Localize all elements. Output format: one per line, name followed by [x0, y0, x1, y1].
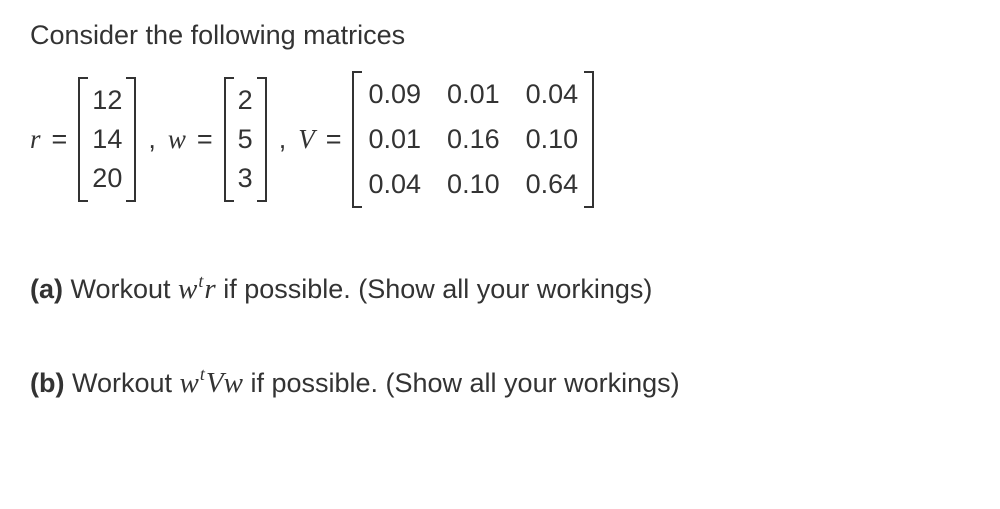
var-w: w [168, 124, 186, 155]
matrix-cell: 0.01 [447, 75, 500, 114]
math-superscript-t: t [200, 364, 205, 384]
question-a: (a) Workout wtr if possible. (Show all y… [30, 268, 970, 312]
math-w: w [180, 367, 199, 399]
math-V: V [206, 367, 224, 399]
matrix-cell: 3 [238, 159, 253, 198]
matrix-cell: 5 [238, 120, 253, 159]
intro-text: Consider the following matrices [30, 20, 970, 51]
bracket-right [126, 77, 136, 202]
equals-sign: = [52, 124, 68, 155]
question-text: if possible. (Show all your workings) [243, 368, 680, 398]
matrix-cell: 0.64 [526, 165, 579, 204]
matrix-cell: 0.16 [447, 120, 500, 159]
math-r: r [204, 273, 215, 305]
matrix-cell: 0.10 [526, 120, 579, 159]
matrix-cell: 0.10 [447, 165, 500, 204]
matrix-definitions: r = 12 14 20 , w = 2 5 3 , V = 0.09 0.01… [30, 71, 970, 208]
math-expression: wtr [178, 273, 216, 305]
bracket-left [78, 77, 88, 202]
equals-sign: = [326, 124, 342, 155]
bracket-right [584, 71, 594, 208]
math-expression: wtVw [180, 367, 243, 399]
matrix-cell: 14 [92, 120, 122, 159]
bracket-right [257, 77, 267, 202]
question-b: (b) Workout wtVw if possible. (Show all … [30, 362, 970, 406]
matrix-V: 0.09 0.01 0.04 0.01 0.16 0.10 0.04 0.10 … [352, 71, 594, 208]
comma: , [148, 124, 156, 155]
matrix-cell: 2 [238, 81, 253, 120]
math-w: w [178, 273, 197, 305]
question-text: if possible. (Show all your workings) [216, 274, 653, 304]
question-label: (a) [30, 274, 63, 304]
matrix-cell: 20 [92, 159, 122, 198]
matrix-cell: 0.09 [368, 75, 421, 114]
equals-sign: = [197, 124, 213, 155]
matrix-cell: 0.04 [368, 165, 421, 204]
question-text: Workout [63, 274, 178, 304]
matrix-cell: 0.04 [526, 75, 579, 114]
var-r: r [30, 124, 41, 155]
matrix-r: 12 14 20 [78, 77, 136, 202]
math-superscript-t: t [198, 271, 203, 291]
bracket-left [224, 77, 234, 202]
question-label: (b) [30, 368, 64, 398]
matrix-w: 2 5 3 [224, 77, 267, 202]
matrix-cell: 0.01 [368, 120, 421, 159]
question-text: Workout [64, 368, 179, 398]
var-V: V [298, 124, 315, 155]
math-w: w [224, 367, 243, 399]
bracket-left [352, 71, 362, 208]
matrix-cell: 12 [92, 81, 122, 120]
comma: , [279, 124, 287, 155]
